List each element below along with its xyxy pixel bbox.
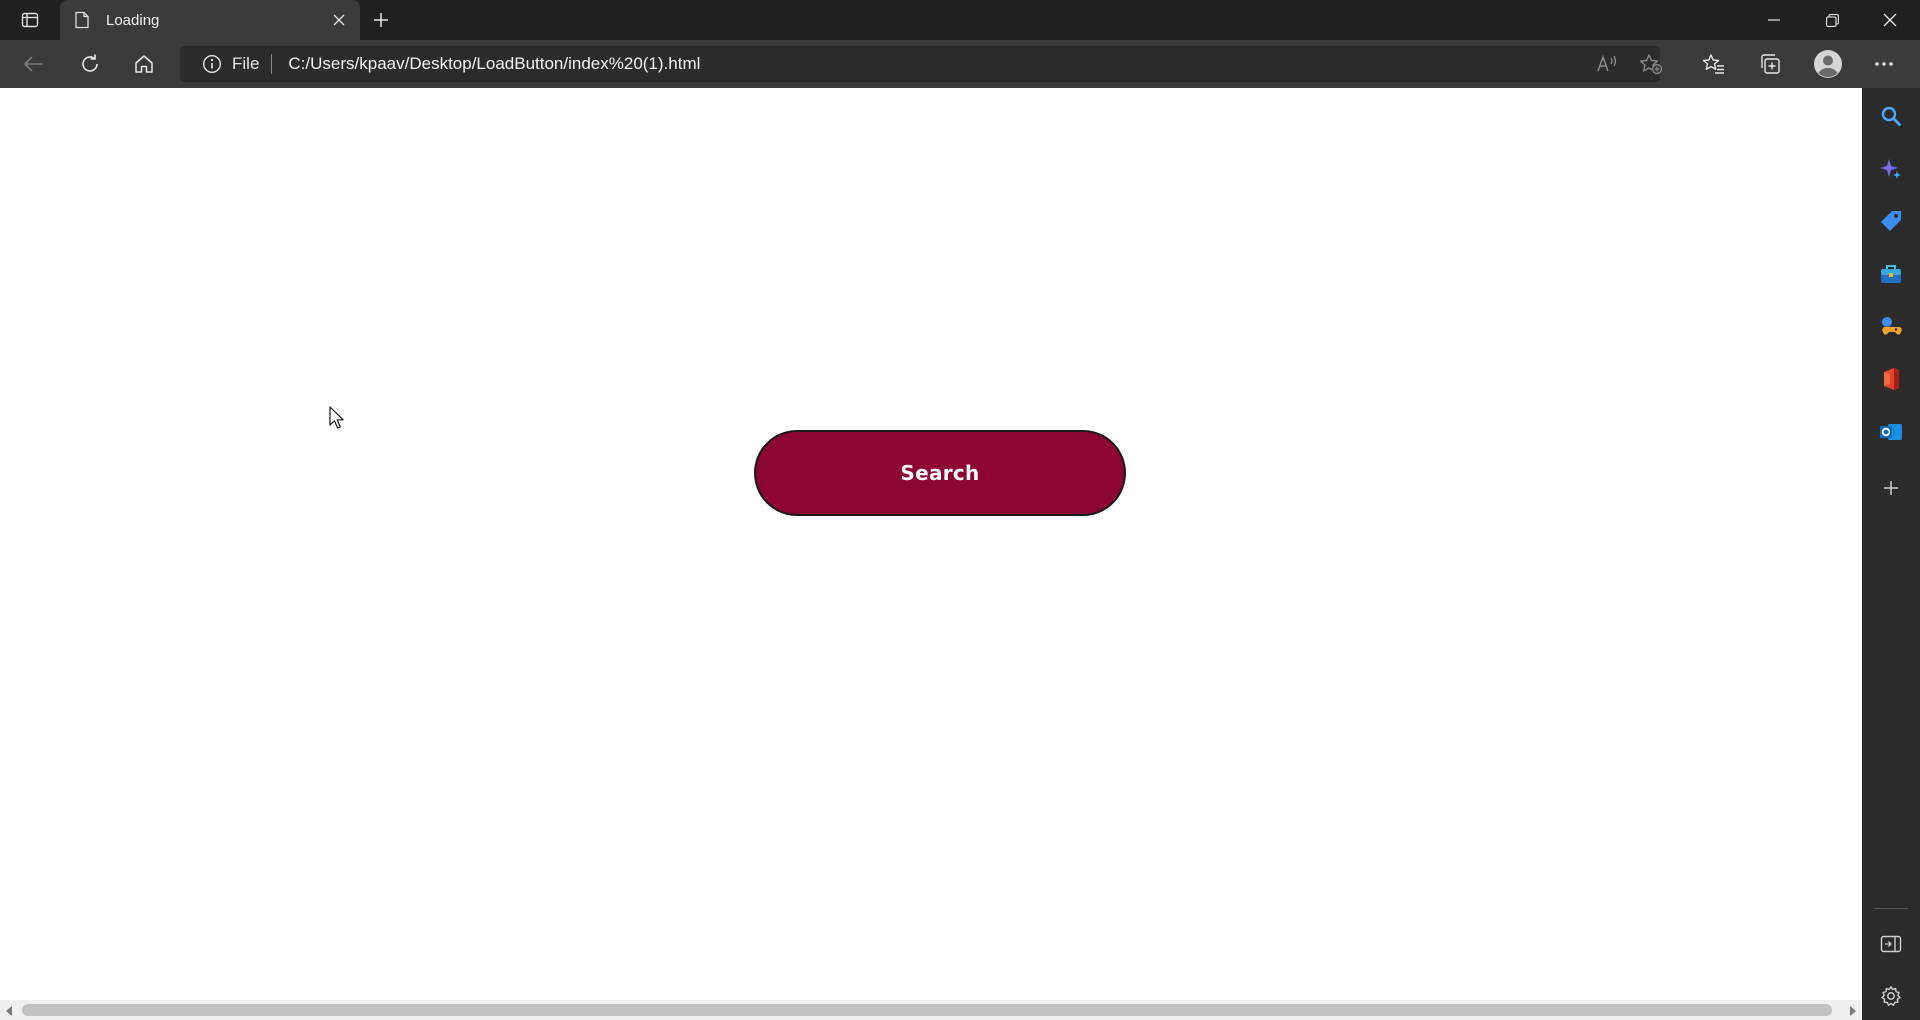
refresh-button[interactable]: [72, 48, 108, 80]
plus-icon: [374, 13, 388, 27]
horizontal-scrollbar[interactable]: [0, 1000, 1862, 1020]
shopping-tag-icon: [1881, 211, 1901, 231]
title-bar: Loading: [0, 0, 1920, 40]
sidebar-divider: [1874, 908, 1908, 909]
sidebar-outlook-button[interactable]: [1873, 414, 1909, 450]
tab-actions-icon: [21, 12, 39, 28]
office-icon: [1884, 368, 1899, 390]
sidebar-tools-button[interactable]: [1873, 256, 1909, 292]
scroll-left-icon[interactable]: [6, 1006, 12, 1016]
tab-title: Loading: [106, 11, 160, 29]
copilot-icon: [1880, 159, 1901, 179]
close-icon: [1883, 13, 1897, 27]
favorites-button[interactable]: [1696, 48, 1732, 80]
profile-button[interactable]: [1810, 48, 1846, 80]
minimize-button[interactable]: [1746, 0, 1802, 40]
address-bar[interactable]: File C:/Users/kpaav/Desktop/LoadButton/i…: [180, 46, 1660, 82]
restore-icon: [1825, 13, 1839, 27]
address-separator: [271, 54, 273, 74]
tools-icon: [1881, 265, 1901, 283]
mouse-cursor-icon: [329, 406, 344, 429]
sidebar-games-button[interactable]: [1873, 308, 1909, 344]
sidebar-office-button[interactable]: [1873, 361, 1909, 397]
profile-icon: [1814, 50, 1842, 78]
close-window-button[interactable]: [1862, 0, 1918, 40]
search-icon: [1881, 106, 1901, 126]
more-button[interactable]: [1866, 48, 1902, 80]
search-button[interactable]: Search: [754, 430, 1126, 516]
restore-button[interactable]: [1804, 0, 1860, 40]
home-button[interactable]: [126, 48, 162, 80]
sidebar-copilot-button[interactable]: [1873, 151, 1909, 187]
address-scheme-label: File: [232, 54, 260, 73]
browser-toolbar: File C:/Users/kpaav/Desktop/LoadButton/i…: [0, 40, 1920, 88]
settings-icon: [1881, 986, 1901, 1006]
collections-icon: [1761, 54, 1780, 74]
page-icon: [74, 11, 92, 29]
outlook-icon: [1880, 424, 1902, 440]
scrollbar-thumb[interactable]: [22, 1004, 1832, 1016]
hide-sidebar-icon: [1880, 935, 1902, 953]
sidebar-search-button[interactable]: [1873, 98, 1909, 134]
minimize-icon: [1768, 19, 1780, 21]
scroll-right-icon[interactable]: [1850, 1006, 1856, 1016]
home-icon: [135, 55, 153, 73]
read-aloud-icon: [1597, 54, 1617, 72]
tab-actions-button[interactable]: [12, 6, 48, 34]
sidebar-settings-button[interactable]: [1873, 978, 1909, 1014]
address-url[interactable]: C:/Users/kpaav/Desktop/LoadButton/index%…: [288, 54, 700, 74]
games-icon: [1882, 317, 1902, 335]
star-plus-icon: [1639, 54, 1663, 75]
close-tab-button[interactable]: [330, 11, 348, 29]
close-icon: [333, 14, 345, 26]
sidebar-hide-button[interactable]: [1873, 926, 1909, 962]
new-tab-button[interactable]: [366, 6, 396, 34]
read-aloud-button[interactable]: [1590, 48, 1624, 80]
active-tab[interactable]: Loading: [60, 0, 360, 40]
more-icon: [1875, 62, 1893, 66]
info-icon[interactable]: [202, 54, 222, 74]
back-arrow-icon: [23, 56, 43, 72]
refresh-icon: [82, 54, 98, 72]
add-icon: [1884, 481, 1898, 495]
add-favorite-button[interactable]: [1634, 48, 1668, 80]
collections-button[interactable]: [1752, 48, 1788, 80]
sidebar-shopping-button[interactable]: [1873, 203, 1909, 239]
favorites-icon: [1702, 54, 1724, 74]
edge-sidebar: [1862, 88, 1920, 1020]
page-viewport: Search: [0, 88, 1862, 1000]
sidebar-add-button[interactable]: [1873, 470, 1909, 506]
back-button[interactable]: [16, 48, 52, 80]
